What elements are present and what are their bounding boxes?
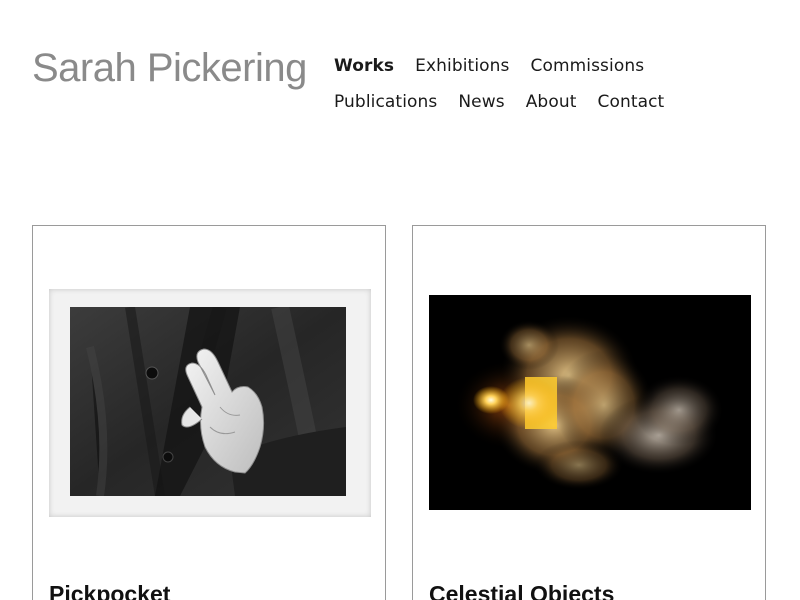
nav-row-1: Works Exhibitions Commissions (334, 48, 734, 84)
work-card-pickpocket[interactable]: Pickpocket (32, 225, 386, 600)
nav-publications[interactable]: Publications (334, 92, 437, 112)
nav-exhibitions[interactable]: Exhibitions (415, 56, 509, 76)
work-thumbnail-celestial-objects[interactable] (429, 295, 751, 510)
work-thumbnail-pickpocket[interactable] (49, 289, 371, 517)
hand-photo (70, 307, 346, 496)
work-title[interactable]: Pickpocket (49, 581, 170, 600)
nav-about[interactable]: About (526, 92, 577, 112)
nav-contact[interactable]: Contact (597, 92, 664, 112)
nav-works[interactable]: Works (334, 56, 394, 76)
main-nav: Works Exhibitions Commissions Publicatio… (334, 48, 734, 120)
work-title[interactable]: Celestial Objects (429, 581, 614, 600)
work-card-celestial-objects[interactable]: Celestial Objects (412, 225, 766, 600)
site-title[interactable]: Sarah Pickering (32, 42, 307, 94)
nav-news[interactable]: News (458, 92, 504, 112)
nav-commissions[interactable]: Commissions (530, 56, 644, 76)
nav-row-2: Publications News About Contact (334, 84, 734, 120)
